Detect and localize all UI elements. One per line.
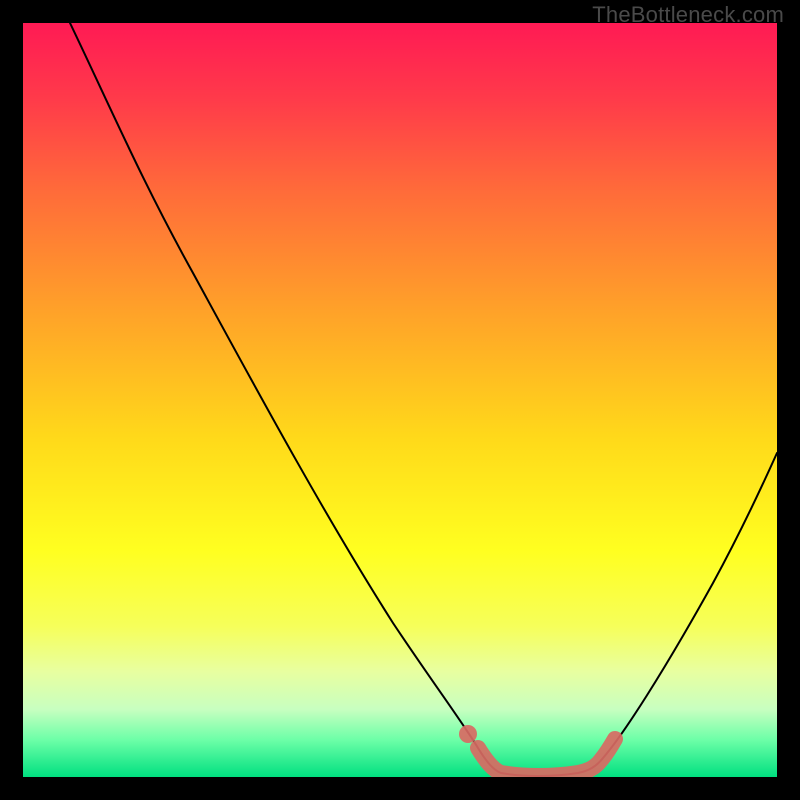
watermark-text: TheBottleneck.com: [592, 2, 784, 28]
curve-svg: [23, 23, 777, 777]
highlight-marker-dot: [459, 725, 477, 743]
highlight-optimal-zone: [478, 739, 615, 776]
bottleneck-curve: [70, 23, 777, 776]
chart-frame: TheBottleneck.com: [0, 0, 800, 800]
plot-area: [23, 23, 777, 777]
